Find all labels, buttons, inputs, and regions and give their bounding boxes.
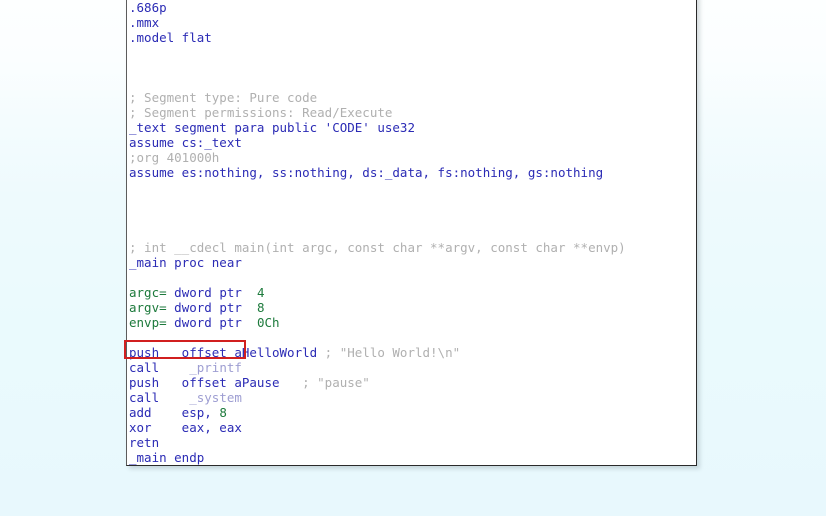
code-number: 8	[219, 405, 227, 420]
code-text: _main proc near	[129, 255, 242, 270]
code-text: assume cs:_text	[129, 135, 242, 150]
code-number: 4	[249, 285, 265, 300]
code-instruction: push offset aHelloWorld	[129, 345, 325, 360]
code-line[interactable]: ; int __cdecl main(int argc, const char …	[127, 240, 697, 255]
code-line[interactable]: _main proc near	[127, 255, 697, 270]
code-instruction: call	[129, 390, 160, 405]
disassembly-code-listing[interactable]: .686p .mmx .model flat ; Segment type: Pur…	[127, 0, 697, 466]
code-line[interactable]: argv= dword ptr 8	[127, 300, 697, 315]
code-line[interactable]: _text segment para public 'CODE' use32	[127, 120, 697, 135]
code-identifier: argc=	[129, 285, 167, 300]
code-comment-text: ; Segment permissions: Read/Execute	[129, 105, 393, 120]
code-line[interactable]: push offset aPause ; "pause"	[127, 375, 697, 390]
code-comment-text: ; "pause"	[302, 375, 370, 390]
code-line[interactable]: argc= dword ptr 4	[127, 285, 697, 300]
code-external-symbol: _system	[159, 390, 242, 405]
code-line[interactable]: retn	[127, 435, 697, 450]
code-line[interactable]: .model flat	[127, 30, 697, 45]
code-comment-text: ; int __cdecl main(int argc, const char …	[129, 240, 626, 255]
code-comment-text: ; "Hello World!\n"	[324, 345, 461, 360]
code-text: _main endp	[129, 450, 205, 465]
code-external-symbol: _printf	[159, 360, 242, 375]
code-instruction: add esp,	[129, 405, 220, 420]
code-comment-text: ;org 401000h	[129, 150, 220, 165]
code-keyword: dword ptr	[166, 315, 250, 330]
code-keyword: dword ptr	[166, 285, 250, 300]
code-text: assume es:nothing, ss:nothing, ds:_data,…	[129, 165, 604, 180]
code-instruction: call	[129, 360, 160, 375]
code-line[interactable]: assume cs:_text	[127, 135, 697, 150]
code-text: .686p	[129, 0, 167, 15]
code-line[interactable]: add esp, 8	[127, 405, 697, 420]
code-line[interactable]: .mmx	[127, 15, 697, 30]
code-line[interactable]: ; Segment type: Pure code	[127, 90, 697, 105]
code-line[interactable]: ;org 401000h	[127, 150, 697, 165]
code-line[interactable]: assume es:nothing, ss:nothing, ds:_data,…	[127, 165, 697, 180]
code-text: .model flat	[129, 30, 212, 45]
code-number: 0Ch	[249, 315, 280, 330]
code-line[interactable]: call _system	[127, 390, 697, 405]
code-line[interactable]: .686p	[127, 0, 697, 15]
code-text: retn	[129, 435, 160, 450]
code-line[interactable]: ; Segment permissions: Read/Execute	[127, 105, 697, 120]
code-keyword: dword ptr	[166, 300, 250, 315]
code-text: _text segment para public 'CODE' use32	[129, 120, 415, 135]
code-line[interactable]: xor eax, eax	[127, 420, 697, 435]
screenshot-stage: .686p .mmx .model flat ; Segment type: Pur…	[0, 0, 826, 516]
code-identifier: argv=	[129, 300, 167, 315]
code-number: 8	[249, 300, 265, 315]
code-comment-text: ; Segment type: Pure code	[129, 90, 318, 105]
code-line[interactable]: push offset aHelloWorld ; "Hello World!\…	[127, 345, 697, 360]
code-instruction: xor eax, eax	[129, 420, 242, 435]
code-instruction: push offset aPause	[129, 375, 303, 390]
code-identifier: envp=	[129, 315, 167, 330]
code-line[interactable]: call _printf	[127, 360, 697, 375]
code-text: .mmx	[129, 15, 160, 30]
code-line[interactable]: _main endp	[127, 450, 697, 465]
code-line[interactable]: envp= dword ptr 0Ch	[127, 315, 697, 330]
